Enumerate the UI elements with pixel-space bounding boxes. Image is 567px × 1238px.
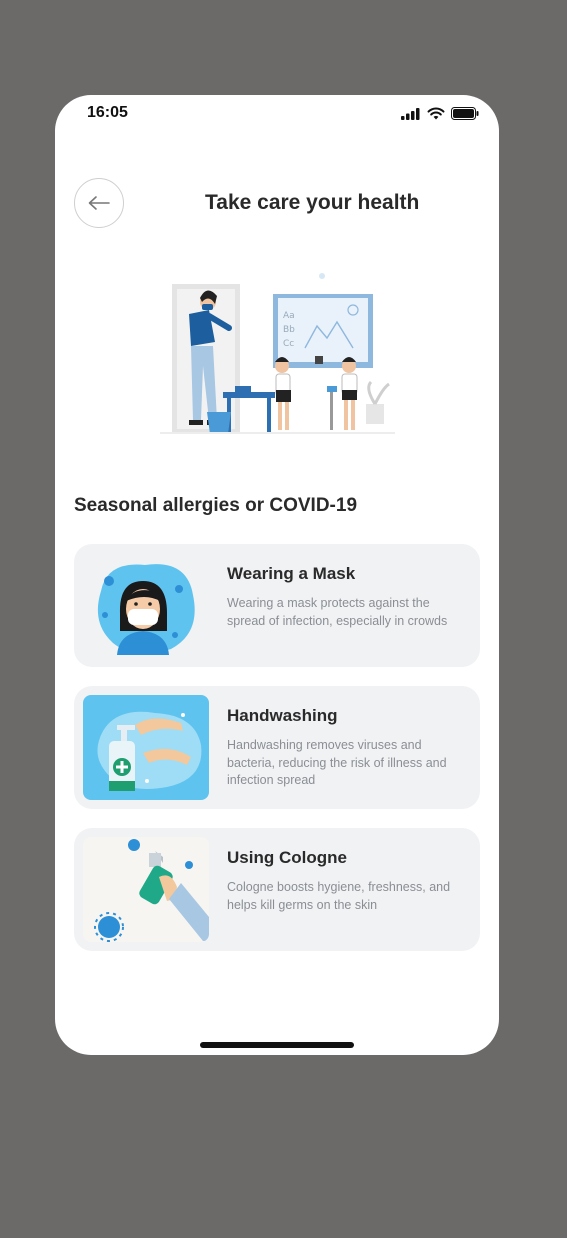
- arrow-left-icon: [88, 196, 110, 210]
- card-description: Handwashing removes viruses and bacteria…: [227, 738, 447, 787]
- classroom-illustration: Aa Bb Cc: [155, 270, 400, 450]
- card-handwashing[interactable]: Handwashing Handwashing removes viruses …: [74, 686, 480, 809]
- svg-text:Aa: Aa: [283, 311, 295, 321]
- masked-girl-icon: [83, 553, 209, 658]
- status-icons: [401, 107, 479, 120]
- home-indicator[interactable]: [200, 1042, 354, 1048]
- phone-screen: 16:05 Take care your health Aa Bb Cc Sea…: [55, 95, 499, 1055]
- wifi-icon: [427, 107, 445, 120]
- cologne-illustration: [83, 837, 209, 942]
- status-bar: 16:05: [55, 95, 499, 135]
- page-title: Take care your health: [205, 191, 420, 214]
- mask-illustration: [83, 553, 209, 658]
- card-using-cologne[interactable]: Using Cologne Cologne boosts hygiene, fr…: [74, 828, 480, 951]
- hand-sanitizer-icon: [83, 695, 209, 800]
- svg-text:Cc: Cc: [283, 339, 294, 349]
- svg-text:Bb: Bb: [283, 325, 295, 335]
- card-title: Using Cologne: [227, 848, 347, 867]
- section-title: Seasonal allergies or COVID-19: [74, 495, 358, 516]
- battery-icon: [451, 107, 479, 120]
- card-title: Handwashing: [227, 706, 338, 725]
- card-description: Cologne boosts hygiene, freshness, and h…: [227, 880, 451, 912]
- handwashing-illustration: [83, 695, 209, 800]
- card-title: Wearing a Mask: [227, 564, 356, 583]
- card-wearing-mask[interactable]: Wearing a Mask Wearing a mask protects a…: [74, 544, 480, 667]
- signal-icon: [401, 107, 420, 120]
- back-button[interactable]: [74, 178, 124, 228]
- status-time: 16:05: [87, 104, 128, 121]
- card-description: Wearing a mask protects against the spre…: [227, 596, 448, 628]
- spray-bottle-icon: [83, 837, 209, 942]
